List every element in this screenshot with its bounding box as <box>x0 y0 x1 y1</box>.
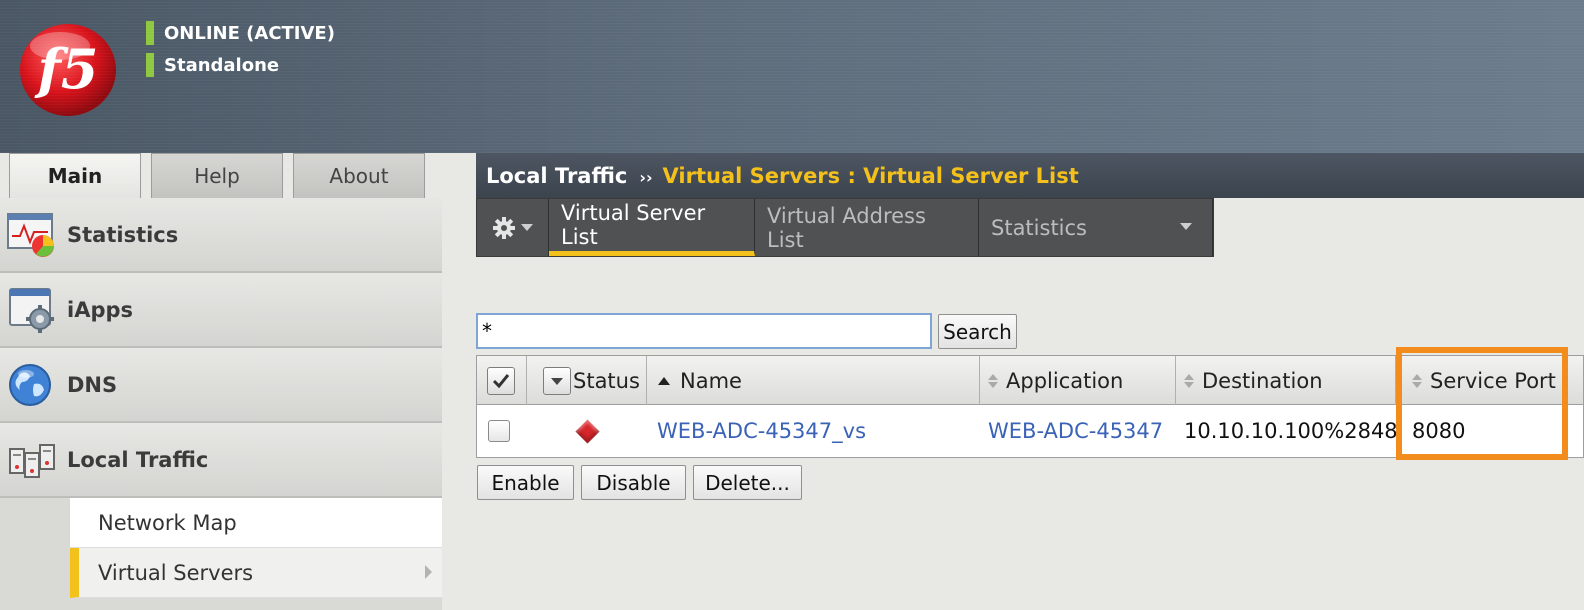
iapps-gear-icon <box>9 288 54 333</box>
sidebar-item-label: iApps <box>67 297 134 322</box>
breadcrumb-section[interactable]: Local Traffic <box>486 164 627 188</box>
row-checkbox[interactable] <box>488 420 510 442</box>
sidebar-item-label: Local Traffic <box>67 447 209 472</box>
sidebar-item-local-traffic[interactable]: Local Traffic <box>0 423 442 498</box>
sidebar-subitem-network-map[interactable]: Network Map <box>70 498 442 548</box>
gear-icon <box>492 216 515 239</box>
top-banner: f5 ONLINE (ACTIVE) Standalone <box>0 0 1584 153</box>
tab-help[interactable]: Help <box>151 153 283 198</box>
column-destination[interactable]: Destination <box>1176 356 1396 406</box>
tab-virtual-server-list[interactable]: Virtual Server List <box>549 199 755 256</box>
select-all-checkbox[interactable] <box>487 367 515 395</box>
chevron-right-icon <box>425 565 432 579</box>
chevron-down-icon <box>1180 223 1192 230</box>
search-button[interactable]: Search <box>938 314 1017 349</box>
sidebar-item-iapps[interactable]: iApps <box>0 273 442 348</box>
mode-indicator <box>146 53 154 77</box>
sidebar-item-label: DNS <box>67 372 118 397</box>
device-mode: Standalone <box>146 53 279 77</box>
sidebar-subitem-label: Virtual Servers <box>98 560 254 585</box>
enable-button[interactable]: Enable <box>477 465 574 500</box>
status-indicator <box>146 21 154 45</box>
select-all-cell <box>477 356 527 406</box>
column-header-label: Destination <box>1202 369 1323 393</box>
row-application-link[interactable]: WEB-ADC-45347 <box>988 405 1163 457</box>
tab-virtual-address-list[interactable]: Virtual Address List <box>755 199 979 256</box>
sidebar-item-label: Statistics <box>67 222 179 247</box>
disable-button[interactable]: Disable <box>581 465 686 500</box>
status-filter-dropdown[interactable] <box>543 367 571 395</box>
breadcrumb: Local Traffic ›› Virtual Servers : Virtu… <box>476 153 1584 198</box>
sidebar-subitem-virtual-servers[interactable]: Virtual Servers <box>70 548 442 598</box>
breadcrumb-separator: ›› <box>639 168 653 187</box>
tab-main[interactable]: Main <box>9 153 141 198</box>
sidebar-item-dns[interactable]: DNS <box>0 348 442 423</box>
sidebar-item-statistics[interactable]: Statistics <box>0 198 442 273</box>
device-status: ONLINE (ACTIVE) <box>146 21 335 45</box>
row-status-cell <box>575 405 600 457</box>
column-application[interactable]: Application <box>980 356 1176 406</box>
tab-statistics-label: Statistics <box>991 215 1087 240</box>
sidebar-subitem-label: Network Map <box>98 510 237 535</box>
status-offline-icon <box>575 418 600 444</box>
dns-globe-icon <box>9 364 51 406</box>
f5-logo: f5 <box>20 24 116 116</box>
delete-button[interactable]: Delete... <box>693 465 802 500</box>
local-traffic-servers-icon <box>9 444 55 478</box>
sort-ascending-icon <box>658 377 670 385</box>
row-name-link[interactable]: WEB-ADC-45347_vs <box>657 405 866 457</box>
sort-icon <box>1184 374 1194 388</box>
sort-icon <box>988 374 998 388</box>
column-status[interactable]: Status <box>527 356 647 406</box>
page-title: Virtual Servers : Virtual Server List <box>662 163 1079 188</box>
tab-statistics-dropdown[interactable]: Statistics <box>979 199 1213 256</box>
checkmark-icon <box>492 374 510 389</box>
column-header-label: Application <box>1006 369 1124 393</box>
subtab-bar: Virtual Server List Virtual Address List… <box>476 198 1214 257</box>
sidebar: Statistics iApps DNS Local Traffic Netwo… <box>0 198 442 610</box>
service-port-highlight <box>1396 347 1568 460</box>
chevron-down-icon <box>551 377 563 385</box>
statistics-chart-icon <box>7 213 54 257</box>
device-status-text: ONLINE (ACTIVE) <box>164 22 335 44</box>
search-input[interactable] <box>476 313 932 349</box>
chevron-down-icon <box>520 224 533 231</box>
tab-about[interactable]: About <box>293 153 425 198</box>
column-header-label: Status <box>573 369 640 393</box>
row-destination: 10.10.10.100%2848 <box>1184 419 1398 443</box>
column-name[interactable]: Name <box>650 356 980 406</box>
row-select-cell <box>488 405 510 457</box>
device-mode-text: Standalone <box>164 54 280 76</box>
column-header-label: Name <box>680 369 742 393</box>
svg-text:f5: f5 <box>34 37 99 101</box>
gear-menu-button[interactable] <box>477 199 549 256</box>
